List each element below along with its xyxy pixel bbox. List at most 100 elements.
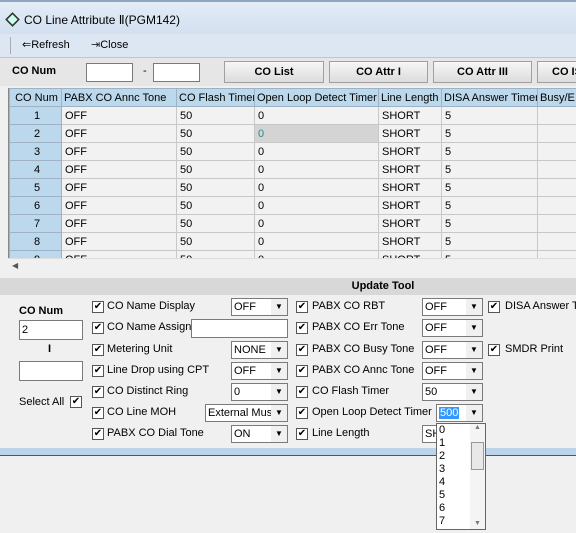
table-cell[interactable]: OFF bbox=[61, 196, 177, 215]
table-cell[interactable]: 50 bbox=[176, 214, 255, 233]
table-cell[interactable]: OFF bbox=[61, 178, 177, 197]
column-header[interactable]: CO Flash Timer bbox=[176, 88, 255, 107]
pabx-co-busy-tone-checkbox[interactable]: ✔ bbox=[296, 344, 308, 356]
table-cell[interactable]: 50 bbox=[176, 124, 255, 143]
table-cell[interactable] bbox=[537, 178, 576, 197]
table-cell[interactable]: SHORT bbox=[378, 232, 442, 251]
table-row[interactable]: 2 OFF 50 0 SHORT 5 bbox=[9, 124, 576, 143]
table-cell[interactable]: 0 bbox=[254, 160, 379, 179]
scroll-down-icon[interactable]: ▼ bbox=[470, 520, 485, 527]
table-cell[interactable]: SHORT bbox=[378, 196, 442, 215]
table-cell[interactable]: 50 bbox=[176, 160, 255, 179]
table-row[interactable]: 5 OFF 50 0 SHORT 5 bbox=[9, 178, 576, 197]
row-header[interactable]: 3 bbox=[9, 142, 62, 161]
co-name-assign-input[interactable] bbox=[191, 319, 288, 338]
co-line-moh-select[interactable]: External Mus ▼ bbox=[205, 404, 288, 422]
select-all-checkbox[interactable]: ✔ bbox=[70, 396, 82, 408]
column-header[interactable]: Open Loop Detect Timer bbox=[254, 88, 379, 107]
co-distinct-ring-select[interactable]: 0 ▼ bbox=[231, 383, 288, 401]
table-cell[interactable]: 5 bbox=[441, 124, 538, 143]
row-header[interactable]: 8 bbox=[9, 232, 62, 251]
co-flash-timer-select[interactable]: 50 ▼ bbox=[422, 383, 483, 401]
row-header[interactable]: 6 bbox=[9, 196, 62, 215]
row-header[interactable]: 4 bbox=[9, 160, 62, 179]
pabx-co-annc-tone-select[interactable]: OFF ▼ bbox=[422, 362, 483, 380]
co-name-display-checkbox[interactable]: ✔ bbox=[92, 301, 104, 313]
table-cell[interactable]: 5 bbox=[441, 178, 538, 197]
table-row[interactable]: 8 OFF 50 0 SHORT 5 bbox=[9, 232, 576, 251]
table-cell[interactable]: 5 bbox=[441, 106, 538, 125]
column-header-busy[interactable]: Busy/E bbox=[537, 88, 576, 107]
table-cell[interactable]: 0 bbox=[254, 214, 379, 233]
table-cell[interactable]: SHORT bbox=[378, 178, 442, 197]
table-cell[interactable]: 50 bbox=[176, 106, 255, 125]
table-cell[interactable]: OFF bbox=[61, 106, 177, 125]
table-cell[interactable] bbox=[537, 214, 576, 233]
table-cell[interactable]: OFF bbox=[61, 232, 177, 251]
table-cell[interactable]: 5 bbox=[441, 196, 538, 215]
table-row[interactable]: 3 OFF 50 0 SHORT 5 bbox=[9, 142, 576, 161]
co-attr-iii-button[interactable]: CO Attr III bbox=[433, 61, 532, 83]
co-distinct-ring-checkbox[interactable]: ✔ bbox=[92, 386, 104, 398]
table-cell[interactable]: 5 bbox=[441, 142, 538, 161]
pabx-co-err-tone-select[interactable]: OFF ▼ bbox=[422, 319, 483, 337]
pabx-co-dial-tone-select[interactable]: ON ▼ bbox=[231, 425, 288, 443]
pabx-co-busy-tone-select[interactable]: OFF ▼ bbox=[422, 341, 483, 359]
table-cell[interactable]: 0 bbox=[254, 196, 379, 215]
open-loop-detect-timer-checkbox[interactable]: ✔ bbox=[296, 407, 308, 419]
table-cell[interactable]: 50 bbox=[176, 232, 255, 251]
co-flash-timer-checkbox[interactable]: ✔ bbox=[296, 386, 308, 398]
table-row[interactable]: 4 OFF 50 0 SHORT 5 bbox=[9, 160, 576, 179]
table-cell[interactable]: SHORT bbox=[378, 160, 442, 179]
table-cell[interactable]: 0 bbox=[254, 124, 379, 143]
row-header[interactable]: 7 bbox=[9, 214, 62, 233]
table-cell[interactable]: 50 bbox=[176, 196, 255, 215]
pabx-co-err-tone-checkbox[interactable]: ✔ bbox=[296, 322, 308, 334]
co-num-to-field[interactable] bbox=[19, 361, 83, 381]
row-header[interactable]: 2 bbox=[9, 124, 62, 143]
horizontal-scrollbar[interactable]: ◀ bbox=[8, 258, 576, 275]
pabx-co-rbt-select[interactable]: OFF ▼ bbox=[422, 298, 483, 316]
line-length-checkbox[interactable]: ✔ bbox=[296, 428, 308, 440]
dropdown-scrollbar[interactable]: ▲ ▼ bbox=[470, 424, 485, 529]
refresh-button[interactable]: ⇐Refresh bbox=[22, 38, 70, 51]
co-num-from-field[interactable] bbox=[19, 320, 83, 340]
table-cell[interactable]: 5 bbox=[441, 232, 538, 251]
column-header[interactable]: CO Num bbox=[9, 88, 62, 107]
table-cell[interactable]: 50 bbox=[176, 142, 255, 161]
table-row[interactable]: 1 OFF 50 0 SHORT 5 bbox=[9, 106, 576, 125]
co-is-button[interactable]: CO IS bbox=[537, 61, 576, 83]
table-cell[interactable]: SHORT bbox=[378, 106, 442, 125]
table-cell[interactable]: OFF bbox=[61, 124, 177, 143]
open-loop-timer-dropdown-list[interactable]: 01234567 ▲ ▼ bbox=[436, 423, 486, 530]
co-name-display-select[interactable]: OFF ▼ bbox=[231, 298, 288, 316]
pabx-co-annc-tone-checkbox[interactable]: ✔ bbox=[296, 365, 308, 377]
table-cell[interactable]: 50 bbox=[176, 178, 255, 197]
table-cell[interactable] bbox=[537, 124, 576, 143]
table-cell[interactable] bbox=[537, 106, 576, 125]
table-cell[interactable]: 5 bbox=[441, 160, 538, 179]
metering-unit-select[interactable]: NONE ▼ bbox=[231, 341, 288, 359]
column-header[interactable]: DISA Answer Timer bbox=[441, 88, 538, 107]
open-loop-detect-timer-select[interactable]: 500 ▼ bbox=[436, 404, 483, 422]
table-cell[interactable]: 0 bbox=[254, 232, 379, 251]
scroll-up-icon[interactable]: ▲ bbox=[470, 424, 485, 431]
pabx-co-dial-tone-checkbox[interactable]: ✔ bbox=[92, 428, 104, 440]
table-cell[interactable]: 5 bbox=[441, 214, 538, 233]
table-cell[interactable] bbox=[537, 160, 576, 179]
co-num-to-input[interactable] bbox=[153, 63, 200, 82]
co-num-from-input[interactable] bbox=[86, 63, 133, 82]
scroll-thumb[interactable] bbox=[471, 442, 484, 470]
table-cell[interactable] bbox=[537, 196, 576, 215]
table-cell[interactable]: 0 bbox=[254, 142, 379, 161]
line-drop-using-cpt-checkbox[interactable]: ✔ bbox=[92, 365, 104, 377]
table-cell[interactable]: SHORT bbox=[378, 142, 442, 161]
co-attr-i-button[interactable]: CO Attr I bbox=[329, 61, 428, 83]
line-drop-using-cpt-select[interactable]: OFF ▼ bbox=[231, 362, 288, 380]
row-header[interactable]: 5 bbox=[9, 178, 62, 197]
pabx-co-rbt-checkbox[interactable]: ✔ bbox=[296, 301, 308, 313]
disa-answer-t-checkbox[interactable]: ✔ bbox=[488, 301, 500, 313]
table-row[interactable]: 6 OFF 50 0 SHORT 5 bbox=[9, 196, 576, 215]
table-cell[interactable]: OFF bbox=[61, 160, 177, 179]
scroll-left-icon[interactable]: ◀ bbox=[12, 261, 18, 270]
